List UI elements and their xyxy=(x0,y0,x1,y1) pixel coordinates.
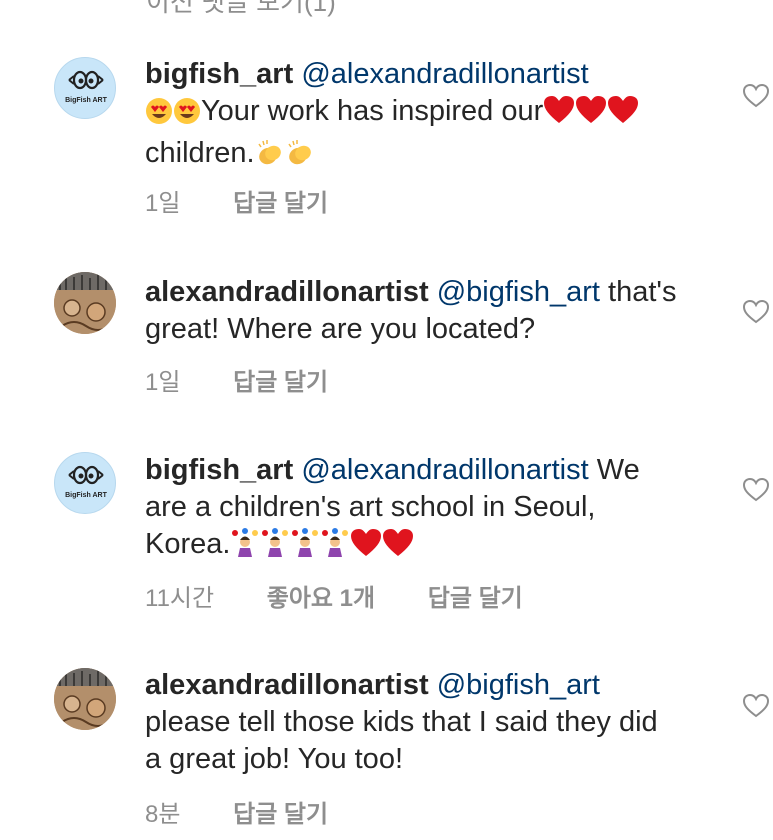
comment-time: 1일 xyxy=(145,190,181,217)
comment-username[interactable]: alexandradillonartist xyxy=(145,276,429,308)
like-count[interactable]: 좋아요 1개 xyxy=(267,585,375,612)
comment-text-line: great! Where are you located? xyxy=(145,313,536,345)
heart-outline-icon[interactable] xyxy=(742,692,770,720)
comment-text: bigfish_art @alexandradillonartist Your … xyxy=(145,56,715,177)
reply-button[interactable]: 답글 달기 xyxy=(233,190,328,217)
comment-text-line: We xyxy=(596,454,640,486)
mention-link[interactable]: @alexandradillonartist xyxy=(301,454,588,486)
comment-text-line: are a children's art school in Seoul, xyxy=(145,491,596,523)
red-heart-emoji xyxy=(382,528,414,568)
person-juggling-emoji xyxy=(230,528,260,568)
heart-eyes-emoji xyxy=(173,97,201,135)
avatar[interactable] xyxy=(54,668,116,730)
avatar[interactable] xyxy=(54,272,116,334)
comment-time: 1일 xyxy=(145,369,181,396)
comment-text: bigfish_art @alexandradillonartist We ar… xyxy=(145,452,715,568)
comment-text-line: that's xyxy=(608,276,677,308)
svg-text:BigFish ART: BigFish ART xyxy=(65,97,107,104)
comment-meta: 11시간 좋아요 1개 답글 달기 xyxy=(145,578,569,613)
comment-meta: 8분 답글 달기 xyxy=(145,794,374,829)
comment-username[interactable]: alexandradillonartist xyxy=(145,669,429,701)
reply-button[interactable]: 답글 달기 xyxy=(233,369,328,396)
comment-text-line: a great job! You too! xyxy=(145,743,403,775)
comment-text-line: children. xyxy=(145,137,255,169)
person-juggling-emoji xyxy=(320,528,350,568)
comment-text: alexandradillonartist @bigfish_art pleas… xyxy=(145,667,715,778)
avatar[interactable]: BigFish ART xyxy=(54,452,116,514)
view-previous-replies[interactable]: 이전 댓글 보기(1) xyxy=(146,0,336,19)
comment-text-line: Korea. xyxy=(145,528,231,560)
comment-text-line: Your work has inspired our xyxy=(201,95,544,127)
red-heart-emoji xyxy=(575,95,607,135)
heart-outline-icon[interactable] xyxy=(742,476,770,504)
mention-link[interactable]: @bigfish_art xyxy=(437,669,600,701)
red-heart-emoji xyxy=(350,528,382,568)
comment-text-line: please tell those kids that I said they … xyxy=(145,706,658,738)
comment-username[interactable]: bigfish_art xyxy=(145,454,293,486)
artwork-avatar-icon xyxy=(54,668,116,730)
reply-button[interactable]: 답글 달기 xyxy=(233,801,328,828)
comment-meta: 1일 답글 달기 xyxy=(145,362,374,397)
bigfish-logo-icon: BigFish ART xyxy=(65,465,108,499)
artwork-avatar-icon xyxy=(54,272,116,334)
comment-time: 11시간 xyxy=(145,585,215,612)
comment-meta: 1일 답글 달기 xyxy=(145,183,374,218)
clapping-hands-emoji xyxy=(285,139,315,177)
avatar[interactable]: BigFish ART xyxy=(54,57,116,119)
comment-text: alexandradillonartist @bigfish_art that'… xyxy=(145,274,715,348)
mention-link[interactable]: @alexandradillonartist xyxy=(301,58,588,90)
heart-outline-icon[interactable] xyxy=(742,298,770,326)
svg-text:BigFish ART: BigFish ART xyxy=(65,492,107,499)
reply-button[interactable]: 답글 달기 xyxy=(428,585,523,612)
comment-time: 8분 xyxy=(145,801,181,828)
bigfish-logo-icon: BigFish ART xyxy=(65,70,108,104)
heart-eyes-emoji xyxy=(145,97,173,135)
heart-outline-icon[interactable] xyxy=(742,82,770,110)
comment-username[interactable]: bigfish_art xyxy=(145,58,293,90)
red-heart-emoji xyxy=(543,95,575,135)
clapping-hands-emoji xyxy=(255,139,285,177)
mention-link[interactable]: @bigfish_art xyxy=(437,276,600,308)
person-juggling-emoji xyxy=(260,528,290,568)
red-heart-emoji xyxy=(607,95,639,135)
person-juggling-emoji xyxy=(290,528,320,568)
